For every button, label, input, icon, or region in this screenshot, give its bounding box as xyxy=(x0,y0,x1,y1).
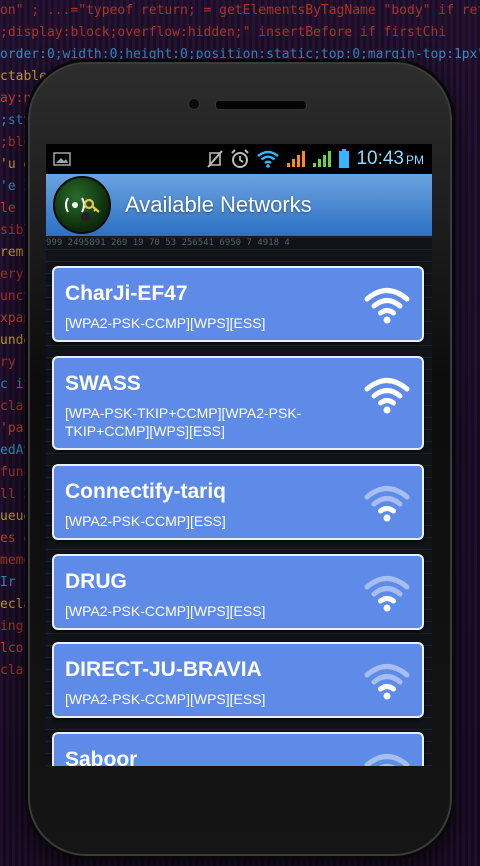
network-item[interactable]: Connectify-tariq [WPA2-PSK-CCMP][ESS] xyxy=(52,464,424,540)
wifi-strong-icon xyxy=(364,378,410,414)
network-item[interactable]: Saboor xyxy=(52,732,424,766)
network-ssid: Saboor xyxy=(65,748,138,766)
status-clock: 10:43 PM xyxy=(356,148,424,169)
wifi-weak-icon xyxy=(364,486,410,522)
network-capabilities: [WPA-PSK-TKIP+CCMP][WPA2-PSK-TKIP+CCMP][… xyxy=(65,405,302,439)
network-ssid: DRUG xyxy=(65,570,127,593)
app-logo-icon xyxy=(53,176,111,234)
app-header: Available Networks xyxy=(46,174,432,236)
network-ssid: CharJi-EF47 xyxy=(65,282,188,305)
network-ssid: SWASS xyxy=(65,372,141,395)
earpiece-speaker xyxy=(215,100,307,110)
network-ssid: DIRECT-JU-BRAVIA xyxy=(65,658,262,681)
wifi-weak-icon xyxy=(364,664,410,700)
bottom-bezel xyxy=(46,766,432,806)
network-item[interactable]: SWASS [WPA-PSK-TKIP+CCMP][WPA2-PSK-TKIP+… xyxy=(52,356,424,450)
network-item[interactable]: CharJi-EF47 [WPA2-PSK-CCMP][WPS][ESS] xyxy=(52,266,424,342)
cell-signal-icon xyxy=(287,151,306,167)
alarm-icon xyxy=(231,149,250,168)
vibrate-mute-icon xyxy=(207,150,224,168)
network-capabilities: [WPA2-PSK-CCMP][WPS][ESS] xyxy=(65,315,266,331)
wifi-status-icon xyxy=(257,150,280,168)
front-camera xyxy=(188,98,200,110)
network-capabilities: [WPA2-PSK-CCMP][WPS][ESS] xyxy=(65,603,266,619)
list-background-pattern: 999 2495891 269 19 70 53 256541 6950 7 4… xyxy=(46,238,290,248)
wifi-weak-icon xyxy=(364,576,410,612)
battery-icon xyxy=(339,149,350,168)
network-item[interactable]: DIRECT-JU-BRAVIA [WPA2-PSK-CCMP][WPS][ES… xyxy=(52,642,424,718)
cell-signal-icon xyxy=(313,151,332,167)
phone-screen: 10:43 PM Available Networks 999 2495891 2… xyxy=(46,144,432,766)
image-notification-icon xyxy=(53,152,71,166)
network-list[interactable]: 999 2495891 269 19 70 53 256541 6950 7 4… xyxy=(46,236,432,766)
network-item[interactable]: DRUG [WPA2-PSK-CCMP][WPS][ESS] xyxy=(52,554,424,630)
wifi-strong-icon xyxy=(364,288,410,324)
network-capabilities: [WPA2-PSK-CCMP][WPS][ESS] xyxy=(65,691,266,707)
network-capabilities: [WPA2-PSK-CCMP][ESS] xyxy=(65,513,226,529)
wifi-weak-icon xyxy=(364,754,410,766)
network-ssid: Connectify-tariq xyxy=(65,480,227,503)
status-bar: 10:43 PM xyxy=(46,144,432,174)
page-title: Available Networks xyxy=(125,192,312,217)
